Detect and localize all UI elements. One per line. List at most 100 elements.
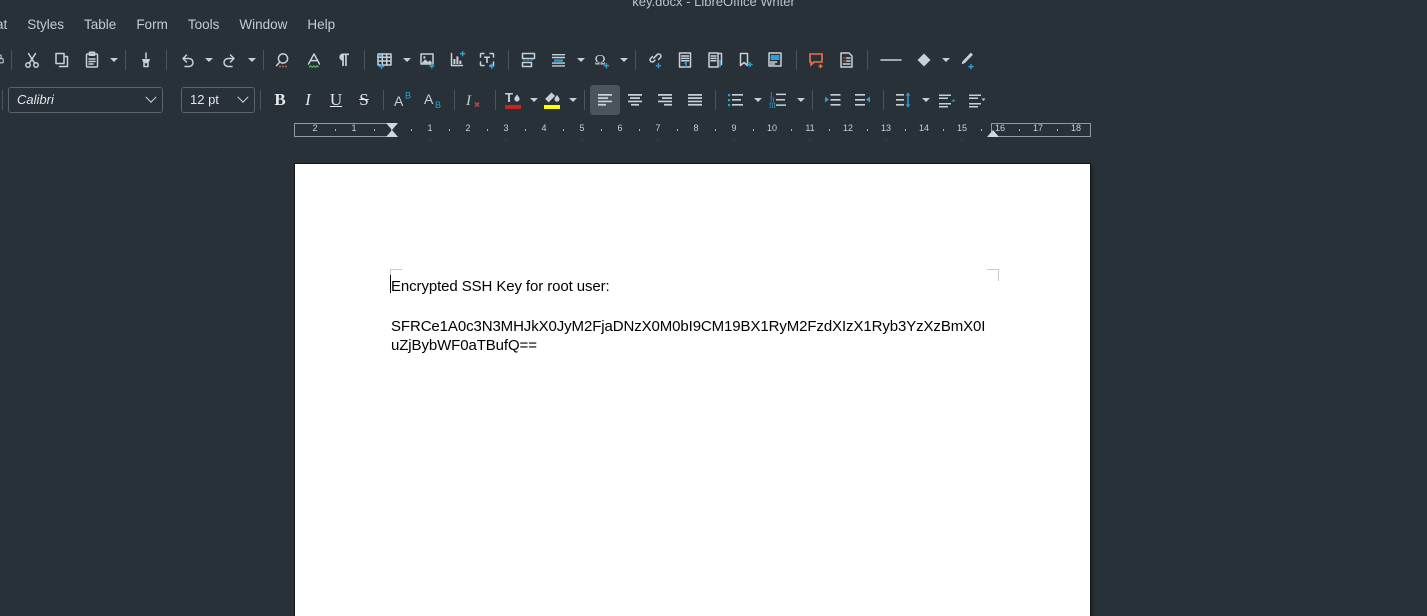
document-canvas[interactable]: Encrypted SSH Key for root user: SFRCe1A… — [0, 140, 1427, 616]
redo-dropdown-caret-icon[interactable] — [245, 45, 258, 75]
ruler-tick-label: 10 — [766, 123, 778, 133]
menu-tools[interactable]: Tools — [179, 14, 229, 35]
insert-cross-reference-icon[interactable] — [761, 45, 791, 75]
first-line-indent-marker[interactable] — [386, 123, 398, 130]
clone-formatting-icon[interactable] — [131, 45, 161, 75]
toolbar-separator — [364, 50, 365, 70]
underline-button[interactable]: U — [322, 86, 350, 114]
font-color-dropdown-caret-icon[interactable] — [527, 85, 540, 115]
font-color-icon[interactable]: T — [501, 85, 527, 115]
increase-paragraph-spacing-icon[interactable] — [932, 85, 962, 115]
insert-table-icon[interactable] — [370, 45, 400, 75]
basic-shapes-dropdown-caret-icon[interactable] — [939, 45, 952, 75]
font-name-combobox[interactable]: Calibri — [8, 86, 163, 113]
highlighting-color-icon[interactable] — [540, 85, 566, 115]
paste-icon[interactable] — [77, 45, 107, 75]
highlighting-color-dropdown-caret-icon[interactable] — [566, 85, 579, 115]
line-spacing-icon[interactable] — [889, 85, 919, 115]
print-icon[interactable] — [0, 45, 6, 75]
insert-field-icon[interactable] — [544, 45, 574, 75]
strikethrough-button[interactable]: S — [350, 86, 378, 114]
insert-endnote-icon[interactable] — [701, 45, 731, 75]
align-left-icon[interactable] — [590, 84, 620, 115]
document-text-body[interactable]: Encrypted SSH Key for root user: SFRCe1A… — [389, 275, 991, 355]
ruler-left-margin-zone[interactable] — [294, 123, 392, 137]
ruler-tick — [867, 129, 868, 131]
standard-toolbar: Ω — [0, 41, 1427, 79]
ruler-tick-label: 3 — [503, 123, 509, 133]
undo-dropdown-caret-icon[interactable] — [202, 45, 215, 75]
menu-format[interactable]: at — [0, 14, 16, 35]
decrease-indent-icon[interactable] — [848, 85, 878, 115]
insert-table-dropdown-caret-icon[interactable] — [400, 45, 413, 75]
ruler-tick-label: 2 — [465, 123, 471, 133]
copy-icon[interactable] — [47, 45, 77, 75]
menu-styles[interactable]: Styles — [18, 14, 73, 35]
justified-icon[interactable] — [680, 85, 710, 115]
toolbar-separator — [2, 89, 3, 110]
left-indent-marker[interactable] — [386, 130, 398, 137]
insert-text-box-icon[interactable] — [473, 45, 503, 75]
ordered-list-dropdown-caret-icon[interactable] — [794, 85, 807, 115]
menu-bar: at Styles Table Form Tools Window Help — [0, 10, 1427, 38]
basic-shapes-icon[interactable] — [909, 45, 939, 75]
insert-page-break-icon[interactable] — [514, 45, 544, 75]
clear-formatting-icon[interactable]: I — [460, 85, 490, 115]
document-page[interactable]: Encrypted SSH Key for root user: SFRCe1A… — [295, 164, 1090, 616]
unordered-list-icon[interactable] — [721, 85, 751, 115]
ruler-track[interactable]: 2 1 1 2 3 4 5 6 7 8 9 10 11 12 13 14 15 … — [294, 123, 1091, 147]
align-center-icon[interactable] — [620, 85, 650, 115]
spelling-icon[interactable] — [299, 45, 329, 75]
ruler-tick-label: 5 — [579, 123, 585, 133]
insert-footnote-icon[interactable] — [671, 45, 701, 75]
toolbar-separator — [883, 89, 884, 110]
italic-button[interactable]: I — [294, 86, 322, 114]
insert-field-dropdown-caret-icon[interactable] — [574, 45, 587, 75]
menu-form[interactable]: Form — [127, 14, 177, 35]
ruler-tick-label: 18 — [1070, 123, 1082, 133]
undo-icon[interactable] — [172, 45, 202, 75]
bold-button[interactable]: B — [266, 86, 294, 114]
subscript-icon[interactable]: A B — [419, 85, 449, 115]
line-spacing-dropdown-caret-icon[interactable] — [919, 85, 932, 115]
font-name-dropdown-caret-icon[interactable] — [140, 88, 162, 112]
cut-icon[interactable] — [17, 45, 47, 75]
ordered-list-icon[interactable]: I II III — [764, 85, 794, 115]
horizontal-ruler[interactable]: 2 1 1 2 3 4 5 6 7 8 9 10 11 12 13 14 15 … — [0, 120, 1427, 147]
svg-text:I: I — [465, 93, 472, 109]
ruler-tick-label: 8 — [693, 123, 699, 133]
svg-text:III: III — [769, 102, 777, 110]
menu-window[interactable]: Window — [230, 14, 296, 35]
unordered-list-dropdown-caret-icon[interactable] — [751, 85, 764, 115]
toolbar-separator — [508, 50, 509, 70]
heading-text: Encrypted SSH Key for root user: — [391, 278, 610, 295]
right-indent-marker[interactable] — [987, 130, 999, 137]
insert-bookmark-icon[interactable] — [731, 45, 761, 75]
paragraph-heading[interactable]: Encrypted SSH Key for root user: — [389, 275, 991, 296]
paste-dropdown-caret-icon[interactable] — [107, 45, 120, 75]
insert-comment-icon[interactable] — [802, 45, 832, 75]
paragraph-ssh-key[interactable]: SFRCe1A0c3N3MHJkX0JyM2FjaDNzX0M0bI9CM19B… — [391, 317, 991, 355]
insert-special-character-icon[interactable]: Ω — [587, 45, 617, 75]
increase-indent-icon[interactable] — [818, 85, 848, 115]
menu-table[interactable]: Table — [75, 14, 125, 35]
insert-hyperlink-icon[interactable] — [641, 45, 671, 75]
formatting-marks-icon[interactable] — [329, 45, 359, 75]
ruler-tick — [791, 129, 792, 131]
menu-help[interactable]: Help — [298, 14, 344, 35]
find-and-replace-icon[interactable] — [269, 45, 299, 75]
special-character-dropdown-caret-icon[interactable] — [617, 45, 630, 75]
ruler-tick — [449, 129, 450, 131]
font-size-combobox[interactable]: 12 pt — [181, 86, 255, 113]
insert-line-icon[interactable] — [873, 45, 909, 75]
superscript-icon[interactable]: A B — [389, 85, 419, 115]
track-changes-icon[interactable] — [832, 45, 862, 75]
insert-image-icon[interactable] — [413, 45, 443, 75]
insert-chart-icon[interactable] — [443, 45, 473, 75]
font-size-dropdown-caret-icon[interactable] — [232, 88, 254, 112]
decrease-paragraph-spacing-icon[interactable] — [962, 85, 992, 115]
align-right-icon[interactable] — [650, 85, 680, 115]
redo-icon[interactable] — [215, 45, 245, 75]
ruler-tick — [487, 129, 488, 131]
show-draw-functions-icon[interactable] — [952, 45, 982, 75]
